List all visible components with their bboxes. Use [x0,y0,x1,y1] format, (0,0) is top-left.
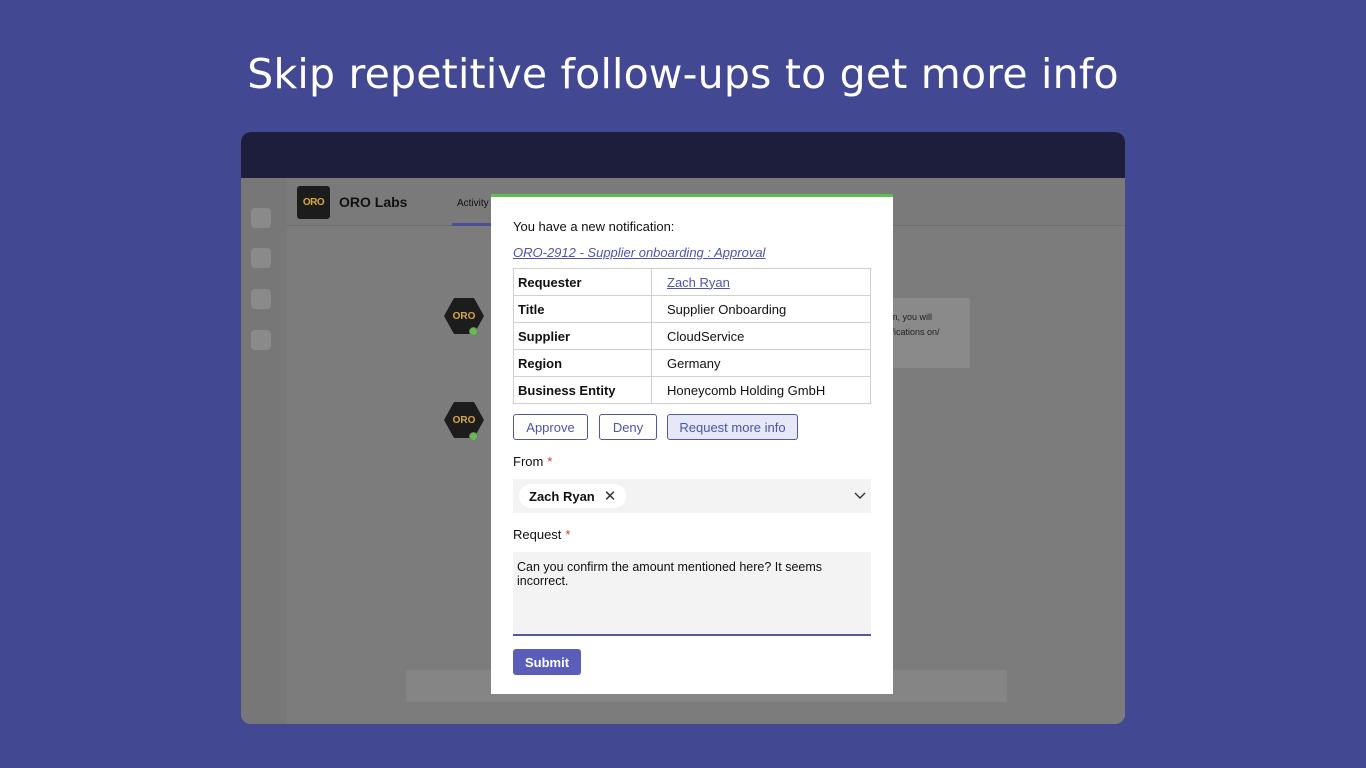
oro-avatar-icon: ORO [444,298,484,334]
request-textarea[interactable]: Can you confirm the amount mentioned her… [513,552,871,636]
from-label-text: From [513,454,544,469]
rail-nav-icon[interactable] [251,208,271,228]
from-chip-label: Zach Ryan [529,488,595,504]
page-headline: Skip repetitive follow-ups to get more i… [247,50,1119,98]
rail-nav-icon[interactable] [251,330,271,350]
rail-nav-icon[interactable] [251,248,271,268]
required-marker: * [565,527,571,542]
tab-activity[interactable]: Activity [457,198,489,209]
request-label: Request * [513,527,570,542]
detail-key: Region [513,349,652,377]
background-message-card: rm, you will tifications on/ [881,298,970,368]
online-status-icon [469,327,478,336]
brand-name: ORO Labs [339,194,408,210]
chevron-down-icon[interactable] [853,488,867,502]
detail-value: CloudService [651,322,871,350]
requester-link[interactable]: Zach Ryan [651,268,871,296]
close-icon[interactable]: ✕ [604,487,617,505]
from-label: From * [513,454,552,469]
deny-button[interactable]: Deny [599,414,657,440]
rail-nav-icon[interactable] [251,289,271,309]
window-titlebar [241,132,1125,178]
detail-value: Supplier Onboarding [651,295,871,323]
from-chip: Zach Ryan ✕ [519,484,627,508]
request-more-info-button[interactable]: Request more info [667,414,798,440]
approve-button[interactable]: Approve [513,414,588,440]
online-status-icon [469,432,478,441]
detail-key: Requester [513,268,652,296]
table-row: Business Entity Honeycomb Holding GmbH [513,376,871,404]
oro-logo-icon: ORO [297,186,330,219]
required-marker: * [547,454,553,469]
detail-key: Title [513,295,652,323]
table-row: Requester Zach Ryan [513,268,871,296]
detail-key: Business Entity [513,376,652,404]
notification-link[interactable]: ORO-2912 - Supplier onboarding : Approva… [513,245,765,260]
detail-value: Honeycomb Holding GmbH [651,376,871,404]
details-table: Requester Zach Ryan Title Supplier Onboa… [513,268,871,404]
notification-modal: You have a new notification: ORO-2912 - … [491,194,893,694]
detail-key: Supplier [513,322,652,350]
table-row: Region Germany [513,349,871,377]
table-row: Supplier CloudService [513,322,871,350]
notification-intro: You have a new notification: [513,219,675,234]
request-label-text: Request [513,527,562,542]
submit-button[interactable]: Submit [513,649,581,675]
left-rail [241,178,287,724]
detail-value: Germany [651,349,871,377]
table-row: Title Supplier Onboarding [513,295,871,323]
from-select[interactable]: Zach Ryan ✕ [513,479,871,513]
oro-avatar-icon: ORO [444,402,484,438]
tab-active-indicator [452,223,492,226]
